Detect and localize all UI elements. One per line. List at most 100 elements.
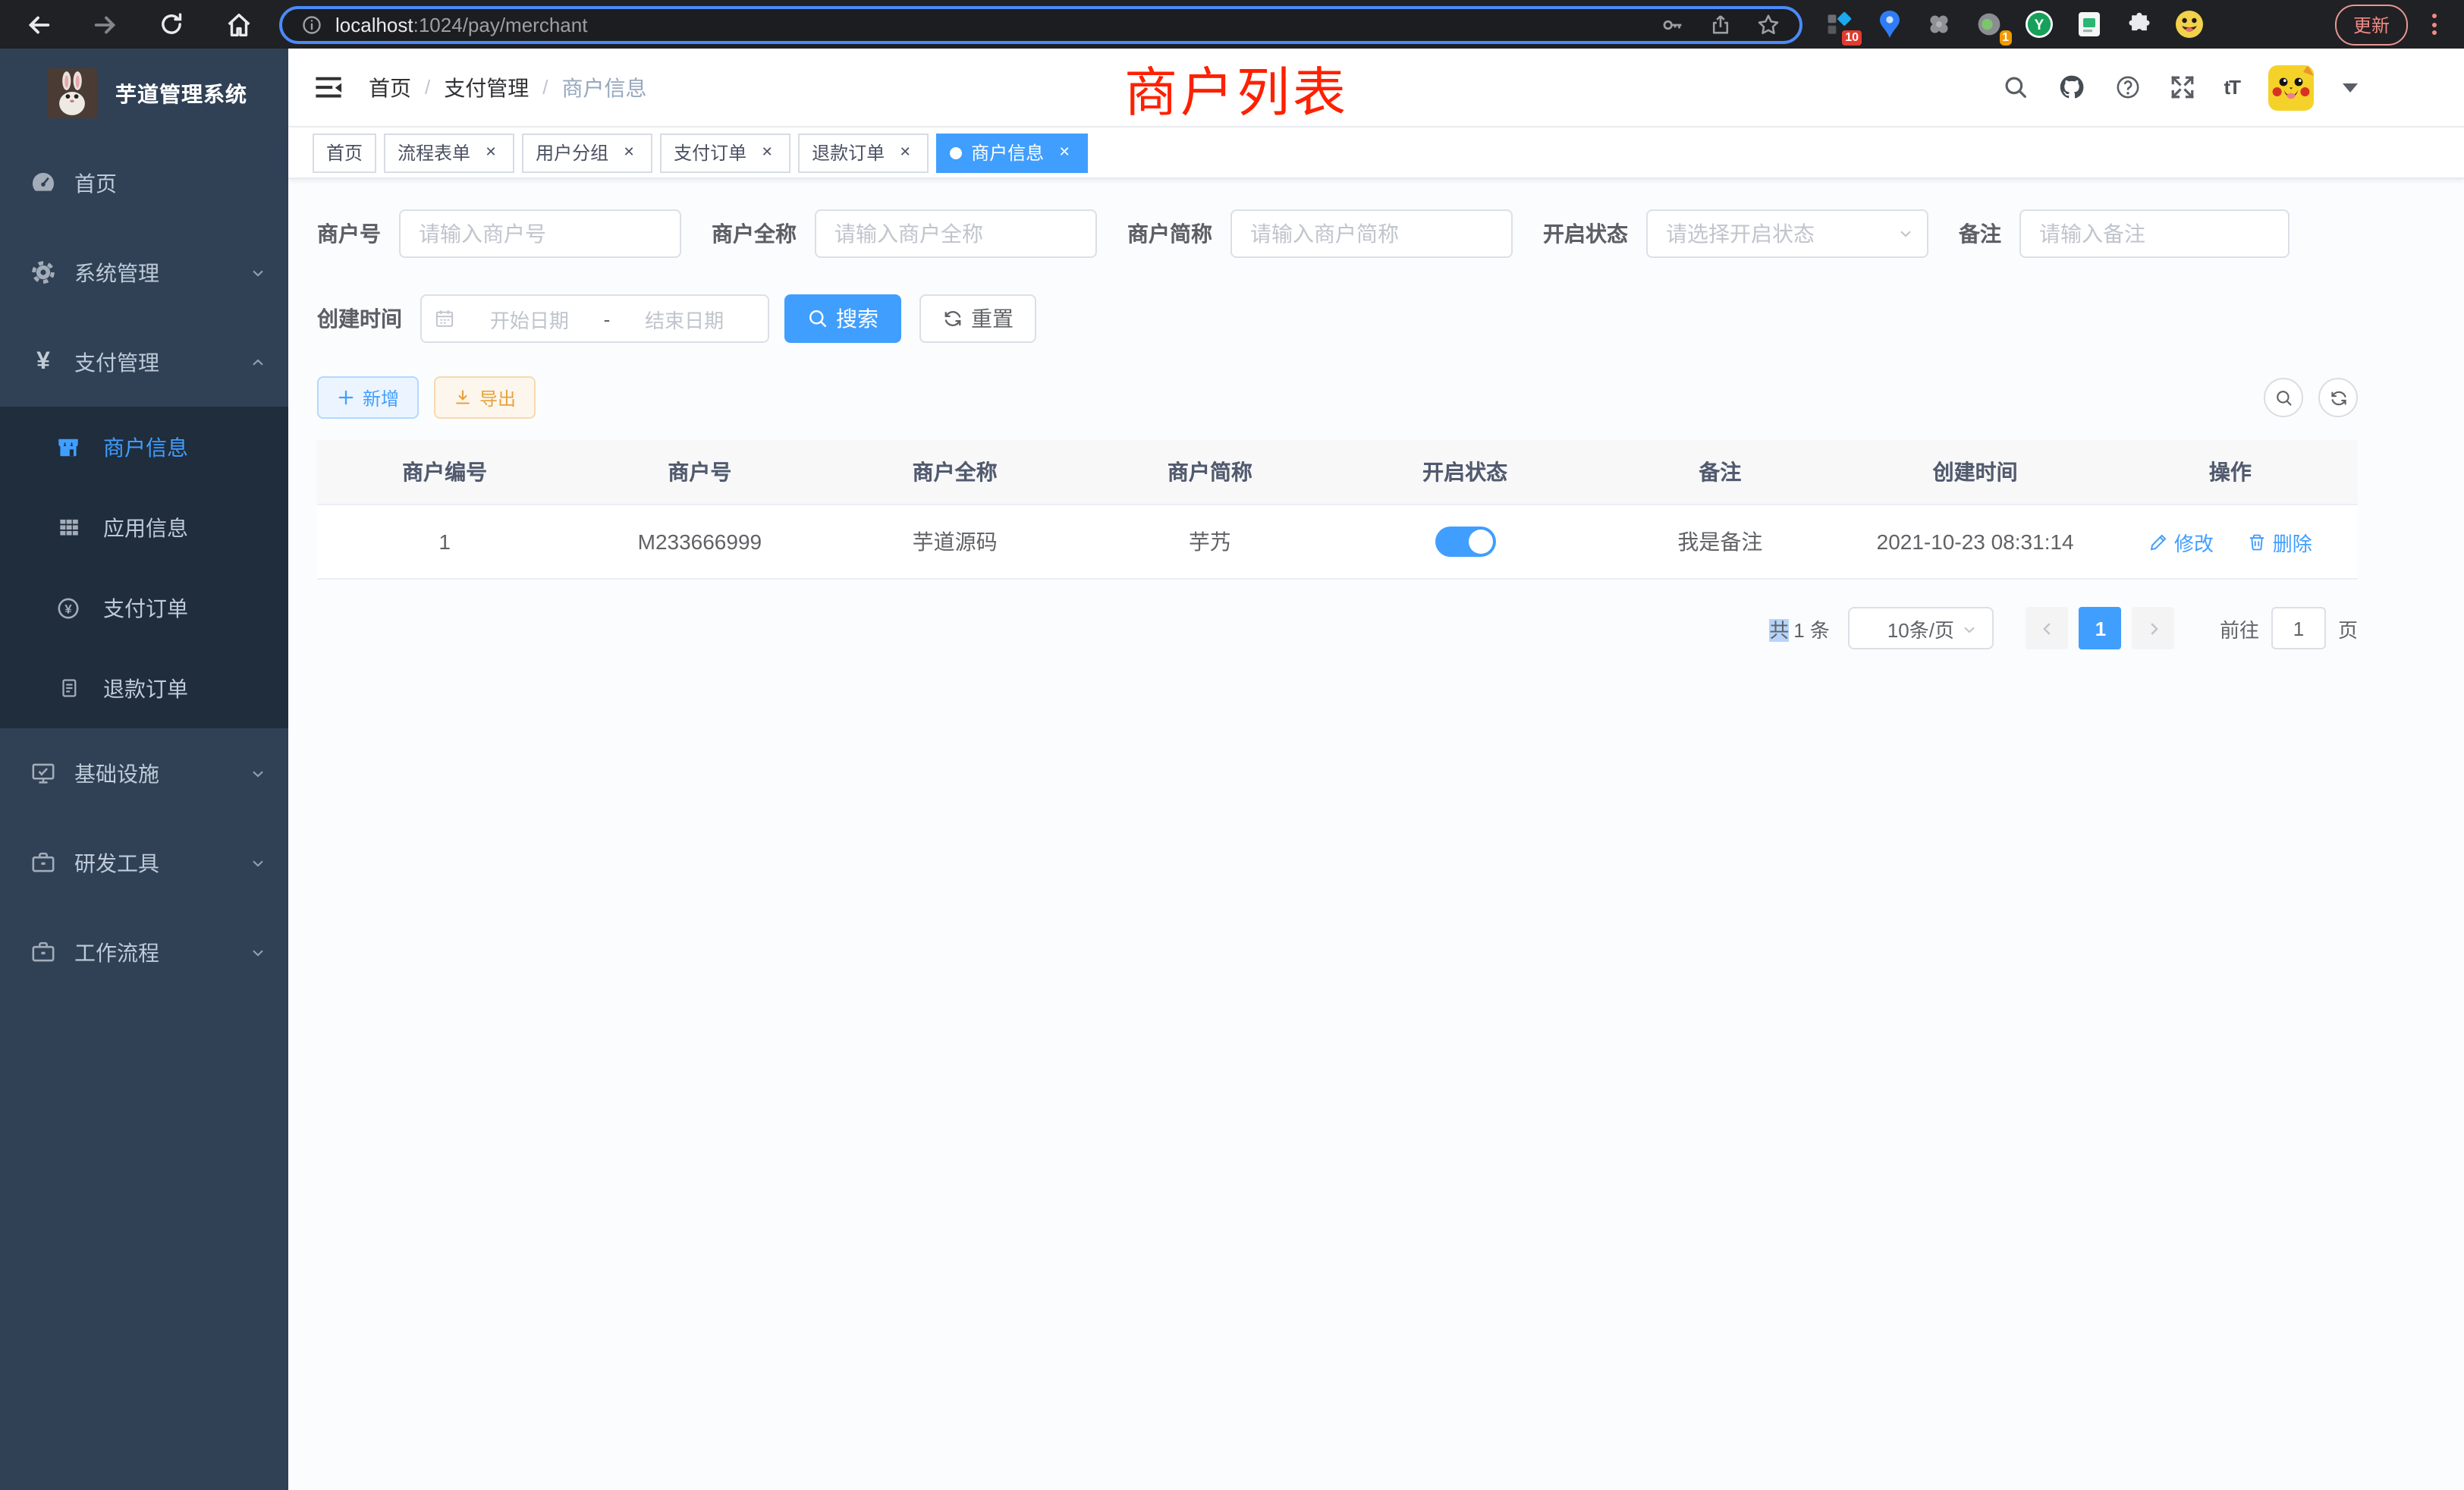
tab-label: 首页 <box>326 140 363 165</box>
status-toggle[interactable] <box>1435 527 1495 557</box>
chevron-down-icon <box>249 943 267 961</box>
tab-process-form[interactable]: 流程表单 ✕ <box>384 133 514 172</box>
goto-label: 前往 <box>2220 614 2259 643</box>
tab-label: 支付订单 <box>674 140 746 165</box>
merchant-no-input[interactable] <box>399 209 681 258</box>
breadcrumb-home[interactable]: 首页 <box>369 72 411 102</box>
prev-page-button[interactable] <box>2026 607 2069 649</box>
browser-update-button[interactable]: 更新 <box>2335 4 2408 45</box>
sidebar-fold-icon[interactable] <box>314 73 343 102</box>
sidebar-item-payment[interactable]: ¥ 支付管理 <box>0 317 288 407</box>
extension-toolbar: 10 1 Y <box>1822 8 2206 41</box>
table-row: 1 M233666999 芋道源码 芋艿 我是备注 2021-10-23 08:… <box>317 505 2358 579</box>
search-icon <box>807 308 828 329</box>
page-1-button[interactable]: 1 <box>2079 607 2122 649</box>
browser-back-icon[interactable] <box>12 2 64 47</box>
plus-icon <box>337 388 355 407</box>
ext-puzzle-icon[interactable] <box>2123 8 2156 41</box>
font-size-icon[interactable]: tT <box>2224 76 2239 99</box>
sidebar-item-system[interactable]: 系统管理 <box>0 228 288 317</box>
cell-full-name: 芋道源码 <box>828 505 1083 579</box>
sidebar-item-pay-order[interactable]: ¥ 支付订单 <box>0 567 288 648</box>
tab-home[interactable]: 首页 <box>313 133 376 172</box>
url-bar[interactable]: localhost:1024/pay/merchant <box>279 5 1802 43</box>
ext-recorder-icon[interactable]: 1 <box>1972 8 2006 41</box>
bookmark-star-icon[interactable] <box>1755 11 1781 37</box>
close-icon[interactable]: ✕ <box>895 143 915 162</box>
short-name-input[interactable] <box>1230 209 1513 258</box>
ext-pin-icon[interactable] <box>1872 8 1906 41</box>
chevron-down-icon <box>249 853 267 872</box>
search-button[interactable]: 搜索 <box>784 294 901 343</box>
tab-refund-order[interactable]: 退款订单 ✕ <box>798 133 929 172</box>
sidebar-item-infrastructure[interactable]: 基础设施 <box>0 728 288 818</box>
edit-pencil-icon <box>2148 532 2168 552</box>
status-select[interactable] <box>1646 209 1928 258</box>
edit-link[interactable]: 修改 <box>2148 527 2214 556</box>
avatar[interactable] <box>2268 64 2314 110</box>
cell-merchant-id: 1 <box>317 505 572 579</box>
remark-label: 备注 <box>1959 218 2001 249</box>
browser-menu-icon[interactable] <box>2426 11 2443 38</box>
ext-notes-icon[interactable] <box>2073 8 2106 41</box>
close-icon[interactable]: ✕ <box>1054 143 1074 162</box>
status-label: 开启状态 <box>1543 218 1628 249</box>
avatar-dropdown-caret-icon[interactable] <box>2343 83 2358 92</box>
total-count: 共1 条 <box>1769 614 1830 643</box>
fullscreen-icon[interactable] <box>2169 74 2195 100</box>
close-icon[interactable]: ✕ <box>619 143 639 162</box>
sidebar-item-workflow[interactable]: 工作流程 <box>0 907 288 997</box>
total-count-selected: 共 <box>1769 618 1789 641</box>
reset-button[interactable]: 重置 <box>919 294 1036 343</box>
add-button[interactable]: 新增 <box>317 376 419 419</box>
tab-user-group[interactable]: 用户分组 ✕ <box>522 133 652 172</box>
goto-page-input[interactable] <box>2271 607 2326 649</box>
ext-blocks-icon[interactable]: 10 <box>1822 8 1856 41</box>
tab-merchant-info[interactable]: 商户信息 ✕ <box>936 133 1088 172</box>
tab-label: 用户分组 <box>536 140 608 165</box>
ext-emoji-icon[interactable] <box>2173 8 2206 41</box>
close-icon[interactable]: ✕ <box>481 143 501 162</box>
password-key-icon[interactable] <box>1660 11 1686 37</box>
ext-y-icon[interactable]: Y <box>2022 8 2056 41</box>
browser-reload-icon[interactable] <box>146 2 197 47</box>
date-separator: - <box>601 307 614 330</box>
remark-input[interactable] <box>2019 209 2290 258</box>
github-icon[interactable] <box>2057 73 2085 102</box>
share-icon[interactable] <box>1708 12 1733 36</box>
page-size-value: 10条/页 <box>1887 614 1954 643</box>
full-name-input[interactable] <box>815 209 1097 258</box>
sidebar-item-label: 退款订单 <box>103 673 188 703</box>
sidebar-item-app-info[interactable]: 应用信息 <box>0 487 288 567</box>
create-time-range-picker[interactable]: 开始日期 - 结束日期 <box>420 294 769 343</box>
yen-icon: ¥ <box>30 350 56 374</box>
export-button[interactable]: 导出 <box>434 376 536 419</box>
sidebar-item-merchant-info[interactable]: 商户信息 <box>0 407 288 487</box>
site-info-icon[interactable] <box>300 13 323 36</box>
sidebar-logo[interactable]: 芋道管理系统 <box>0 49 288 138</box>
monitor-check-icon <box>30 760 56 786</box>
close-icon[interactable]: ✕ <box>757 143 777 162</box>
browser-home-icon[interactable] <box>212 2 264 47</box>
delete-link[interactable]: 删除 <box>2247 527 2312 556</box>
page-size-select[interactable]: 10条/页 <box>1848 607 1994 649</box>
toggle-search-button[interactable] <box>2264 378 2303 417</box>
sidebar-item-home[interactable]: 首页 <box>0 138 288 228</box>
next-page-button[interactable] <box>2132 607 2175 649</box>
sidebar-item-refund-order[interactable]: 退款订单 <box>0 648 288 728</box>
col-merchant-no: 商户号 <box>572 440 827 505</box>
url-host: localhost <box>335 13 413 36</box>
breadcrumb-current: 商户信息 <box>562 72 647 102</box>
gear-icon <box>30 259 56 285</box>
breadcrumb-payment[interactable]: 支付管理 <box>444 72 529 102</box>
ext-clover-icon[interactable] <box>1922 8 1956 41</box>
header-search-icon[interactable] <box>2002 74 2028 100</box>
tab-pay-order[interactable]: 支付订单 ✕ <box>660 133 790 172</box>
col-full-name: 商户全称 <box>828 440 1083 505</box>
search-button-label: 搜索 <box>836 303 878 334</box>
help-icon[interactable] <box>2114 74 2140 100</box>
refresh-table-button[interactable] <box>2318 378 2358 417</box>
browser-forward-icon[interactable] <box>79 2 130 47</box>
col-actions: 操作 <box>2103 440 2358 505</box>
sidebar-item-dev-tools[interactable]: 研发工具 <box>0 818 288 907</box>
